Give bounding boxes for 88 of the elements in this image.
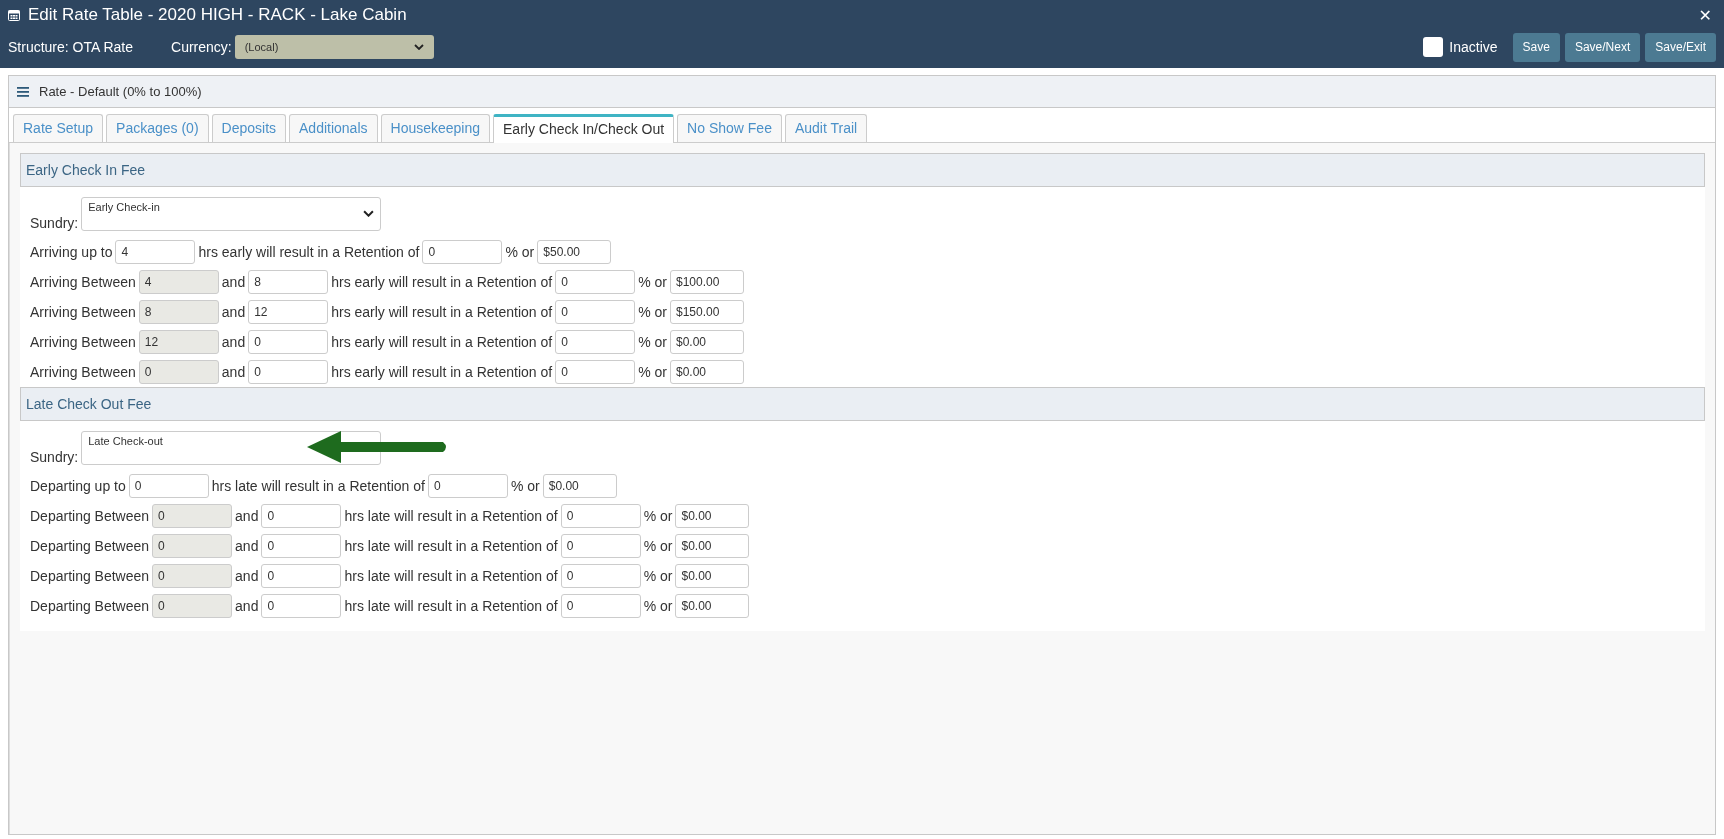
- amount-field[interactable]: $0.00: [675, 504, 750, 528]
- amount-field[interactable]: $0.00: [670, 360, 744, 384]
- close-button[interactable]: ✕: [1694, 5, 1716, 25]
- row-label: Departing up to: [30, 478, 126, 494]
- retention-text: hrs late will result in a Retention of: [344, 598, 558, 614]
- toolbar-button[interactable]: Save/Next: [1564, 32, 1641, 62]
- hours-to-field[interactable]: 0: [261, 534, 342, 558]
- percent-field[interactable]: 0: [560, 534, 641, 558]
- amount-field[interactable]: $50.00: [537, 240, 612, 264]
- percent-or-label: % or: [638, 364, 667, 380]
- percent-or-label: % or: [505, 244, 535, 260]
- inactive-label: Inactive: [1449, 39, 1498, 55]
- amount-field[interactable]: $0.00: [675, 594, 750, 618]
- panel-title: Rate - Default (0% to 100%): [39, 84, 202, 99]
- row-label: Departing Between: [30, 508, 150, 524]
- hours-to-field[interactable]: 0: [261, 504, 342, 528]
- hours-to-field[interactable]: 0: [248, 360, 329, 384]
- menu-icon[interactable]: [17, 86, 29, 97]
- percent-field[interactable]: 0: [560, 504, 641, 528]
- percent-field[interactable]: 0: [560, 594, 641, 618]
- retention-text: hrs late will result in a Retention of: [344, 508, 558, 524]
- percent-field[interactable]: 0: [555, 270, 636, 294]
- row-label: Arriving Between: [30, 334, 136, 350]
- structure-label: Structure: OTA Rate: [8, 39, 133, 55]
- section-header: Early Check In Fee: [20, 153, 1705, 187]
- sundry-label: Sundry:: [30, 215, 79, 231]
- and-label: and: [221, 304, 246, 320]
- retention-text: hrs early will result in a Retention of: [331, 304, 553, 320]
- toolbar-button[interactable]: Save: [1512, 32, 1560, 62]
- chevron-down-icon: [363, 210, 375, 217]
- percent-or-label: % or: [638, 304, 667, 320]
- percent-or-label: % or: [643, 568, 673, 584]
- retention-text: hrs late will result in a Retention of: [344, 568, 558, 584]
- amount-field[interactable]: $0.00: [670, 330, 744, 354]
- percent-or-label: % or: [643, 508, 673, 524]
- amount-field[interactable]: $0.00: [675, 564, 750, 588]
- and-label: and: [235, 538, 259, 554]
- hours-to-field[interactable]: 0: [248, 330, 329, 354]
- tab[interactable]: Early Check In/Check Out: [493, 114, 675, 143]
- and-label: and: [221, 334, 246, 350]
- percent-or-label: % or: [643, 538, 673, 554]
- hours-to-field[interactable]: 0: [261, 594, 342, 618]
- retention-text: hrs early will result in a Retention of: [198, 244, 420, 260]
- currency-select[interactable]: (Local): [234, 35, 434, 59]
- hours-field[interactable]: 0: [128, 474, 209, 498]
- and-label: and: [235, 508, 259, 524]
- row-label: Arriving Between: [30, 274, 136, 290]
- percent-or-label: % or: [510, 478, 540, 494]
- and-label: and: [221, 274, 246, 290]
- sundry-label: Sundry:: [30, 449, 79, 465]
- row-label: Departing Between: [30, 538, 150, 554]
- row-label: Arriving up to: [30, 244, 113, 260]
- retention-text: hrs early will result in a Retention of: [331, 334, 553, 350]
- row-label: Arriving Between: [30, 364, 136, 380]
- hours-field[interactable]: 4: [115, 240, 196, 264]
- percent-field[interactable]: 0: [555, 300, 636, 324]
- retention-text: hrs late will result in a Retention of: [211, 478, 425, 494]
- row-label: Departing Between: [30, 598, 150, 614]
- and-label: and: [235, 598, 259, 614]
- percent-field[interactable]: 0: [560, 564, 641, 588]
- sundry-select[interactable]: Early Check-in: [81, 197, 382, 231]
- percent-field[interactable]: 0: [555, 330, 636, 354]
- chevron-down-icon: [413, 44, 424, 50]
- hours-to-field[interactable]: 0: [261, 564, 342, 588]
- and-label: and: [235, 568, 259, 584]
- toolbar-button[interactable]: Save/Exit: [1645, 32, 1716, 62]
- percent-field[interactable]: 0: [427, 474, 508, 498]
- and-label: and: [221, 364, 246, 380]
- amount-field[interactable]: $0.00: [542, 474, 617, 498]
- currency-label: Currency:: [171, 39, 232, 55]
- percent-or-label: % or: [638, 334, 667, 350]
- retention-text: hrs late will result in a Retention of: [344, 538, 558, 554]
- amount-field[interactable]: $100.00: [670, 270, 744, 294]
- calendar-icon: [8, 9, 20, 21]
- row-label: Departing Between: [30, 568, 150, 584]
- retention-text: hrs early will result in a Retention of: [331, 364, 553, 380]
- amount-field[interactable]: $150.00: [670, 300, 744, 324]
- row-label: Arriving Between: [30, 304, 136, 320]
- percent-field[interactable]: 0: [555, 360, 636, 384]
- window-title: Edit Rate Table - 2020 HIGH - RACK - Lake Cabin: [28, 5, 407, 25]
- percent-or-label: % or: [643, 598, 673, 614]
- hours-to-field[interactable]: 8: [248, 270, 329, 294]
- percent-field[interactable]: 0: [422, 240, 503, 264]
- hours-to-field[interactable]: 12: [248, 300, 329, 324]
- percent-or-label: % or: [638, 274, 667, 290]
- section-header: Late Check Out Fee: [20, 387, 1705, 421]
- amount-field[interactable]: $0.00: [675, 534, 750, 558]
- retention-text: hrs early will result in a Retention of: [331, 274, 553, 290]
